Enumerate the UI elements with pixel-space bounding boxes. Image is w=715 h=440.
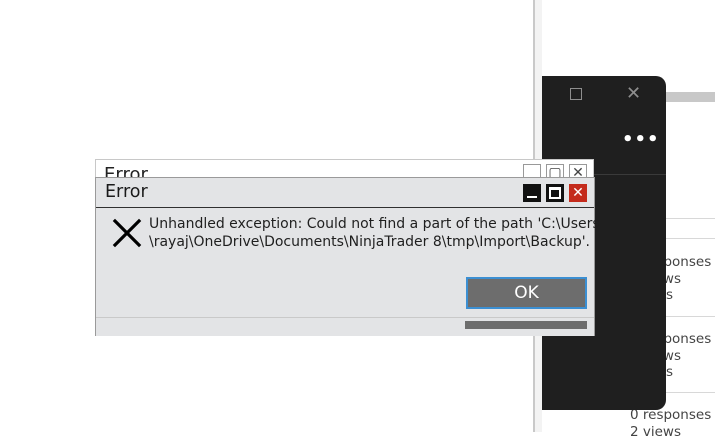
maximize-icon[interactable]	[570, 88, 582, 100]
list-item-stats[interactable]: 0 responses 2 views	[630, 407, 711, 440]
close-icon: ✕	[572, 185, 584, 201]
list-divider	[666, 392, 715, 393]
minimize-icon	[527, 196, 537, 198]
list-divider	[666, 218, 715, 219]
list-header-bar	[666, 92, 715, 102]
maximize-icon	[549, 187, 561, 199]
progress-bar	[465, 321, 587, 329]
close-icon[interactable]: ✕	[626, 85, 641, 103]
error-x-icon	[112, 218, 142, 248]
dialog-title: Error	[105, 182, 148, 202]
close-button[interactable]: ✕	[569, 184, 587, 202]
ok-button[interactable]: OK	[466, 277, 587, 309]
error-message-line: \rayaj\OneDrive\Documents\NinjaTrader 8\…	[149, 233, 589, 251]
error-message-line: Unhandled exception: Could not find a pa…	[149, 215, 589, 233]
error-message: Unhandled exception: Could not find a pa…	[149, 215, 589, 251]
list-divider	[666, 316, 715, 317]
dialog-status-bar	[96, 317, 594, 336]
maximize-button[interactable]	[546, 184, 564, 202]
more-options-icon[interactable]: •••	[622, 134, 660, 146]
response-list: 0 responses 2 views 0 likes 0 responses …	[666, 92, 715, 432]
error-dialog: Error ✕ Unhandled exception: Could not f…	[95, 177, 595, 336]
list-divider	[666, 238, 715, 239]
dialog-titlebar[interactable]: Error ✕	[96, 178, 594, 208]
minimize-button[interactable]	[523, 184, 541, 202]
